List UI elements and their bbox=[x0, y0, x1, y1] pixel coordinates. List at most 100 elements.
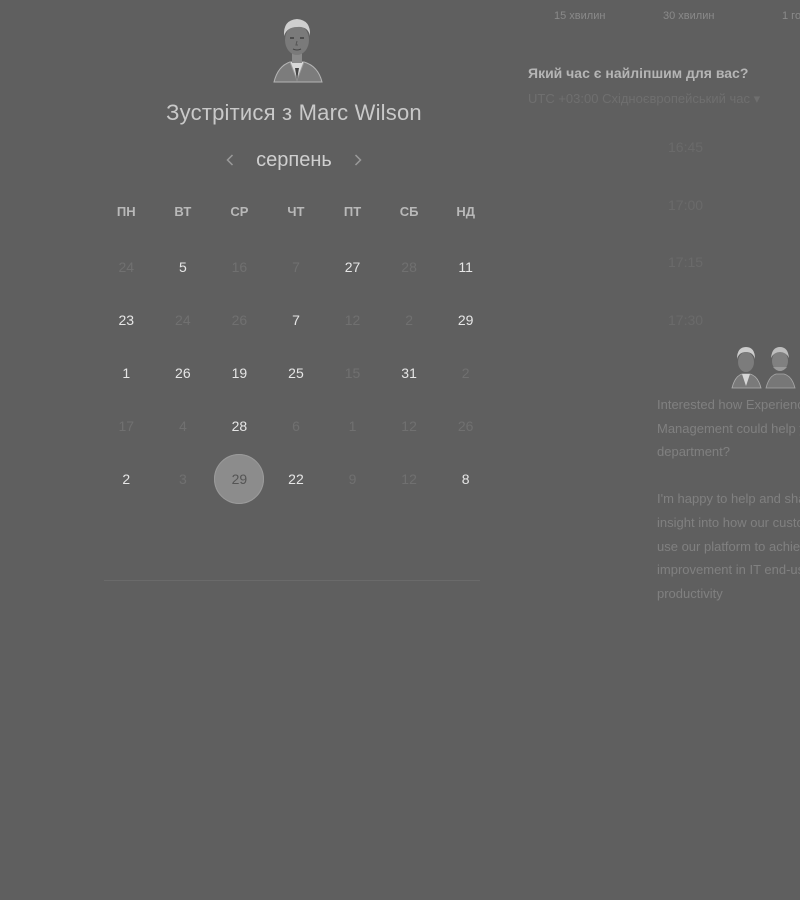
day-number: 26 bbox=[457, 417, 474, 434]
week-row: 17 4 28 6 1 12 26 bbox=[98, 399, 494, 452]
calendar-day[interactable]: 31 bbox=[381, 346, 438, 399]
month-label: серпень bbox=[256, 148, 332, 171]
day-number: 29 bbox=[457, 311, 474, 328]
day-number: 11 bbox=[458, 258, 473, 275]
calendar-day: 12 bbox=[381, 452, 438, 505]
time-question: Який час є найліпшим для вас? bbox=[528, 65, 749, 81]
calendar-day[interactable]: 23 bbox=[98, 293, 155, 346]
day-number: 4 bbox=[178, 417, 187, 434]
intro-line: Management could help your bbox=[657, 420, 800, 436]
day-number: 8 bbox=[461, 470, 470, 487]
day-number: 25 bbox=[288, 364, 304, 381]
calendar-day[interactable]: 11 bbox=[437, 240, 494, 293]
day-number: 9 bbox=[348, 470, 357, 487]
day-number: 19 bbox=[231, 364, 248, 381]
day-number: 2 bbox=[122, 470, 131, 487]
calendar-day: 24 bbox=[155, 293, 212, 346]
day-number: 12 bbox=[344, 311, 361, 328]
calendar-day: 2 bbox=[437, 346, 494, 399]
calendar-day: 17 bbox=[98, 399, 155, 452]
week-row: 23 24 26 7 12 2 29 bbox=[98, 293, 494, 346]
page-title: Зустрітися з Marc Wilson bbox=[166, 100, 422, 125]
day-number: 24 bbox=[118, 258, 135, 275]
day-number: 2 bbox=[405, 311, 413, 328]
day-number: 31 bbox=[401, 364, 417, 381]
calendar-day[interactable]: 7 bbox=[268, 293, 325, 346]
calendar-day: 2 bbox=[381, 293, 438, 346]
time-slot[interactable]: 16:45 bbox=[668, 139, 728, 155]
day-number: 17 bbox=[118, 417, 135, 434]
calendar-day[interactable]: 19 bbox=[211, 346, 268, 399]
calendar-day: 4 bbox=[155, 399, 212, 452]
chevron-down-icon: ▾ bbox=[753, 91, 761, 106]
calendar-day: 9 bbox=[324, 452, 381, 505]
weekday-label: ВТ bbox=[174, 204, 192, 219]
host-avatar bbox=[268, 14, 326, 84]
calendar-day: 12 bbox=[381, 399, 438, 452]
team-avatars-image bbox=[731, 347, 796, 389]
day-number: 26 bbox=[175, 364, 191, 381]
intro-line: department? bbox=[657, 444, 730, 460]
day-number: 12 bbox=[401, 470, 417, 487]
day-number: 12 bbox=[401, 417, 417, 434]
weekday-label: ПН bbox=[116, 204, 136, 219]
day-number: 1 bbox=[122, 364, 131, 381]
day-number: 15 bbox=[344, 364, 361, 381]
week-row: 1 26 19 25 15 31 2 bbox=[98, 346, 494, 399]
weekday-label: ЧТ bbox=[287, 204, 305, 219]
intro-line: insight into how our customers bbox=[657, 514, 800, 530]
weekday-label: ПТ bbox=[343, 204, 362, 219]
calendar-day[interactable]: 1 bbox=[98, 346, 155, 399]
calendar-grid: 24 5 16 7 27 28 11 23 24 26 7 12 2 29 1 26 19 25 15 31 2 17 4 2… bbox=[98, 240, 494, 505]
intro-line: use our platform to achieve bbox=[657, 538, 800, 554]
calendar-day[interactable]: 8 bbox=[437, 452, 494, 505]
day-number: 1 bbox=[348, 417, 357, 434]
time-slot[interactable]: 17:00 bbox=[668, 197, 728, 213]
duration-option[interactable]: 30 хвилин bbox=[663, 10, 714, 22]
calendar-day-selected[interactable]: 29 bbox=[211, 452, 268, 505]
day-number: 22 bbox=[288, 470, 304, 487]
timezone-label: UTC +03:00 Східноєвропейський час bbox=[528, 91, 750, 106]
intro-line: I'm happy to help and share bbox=[657, 491, 800, 507]
calendar-day[interactable]: 29 bbox=[437, 293, 494, 346]
week-row: 24 5 16 7 27 28 11 bbox=[98, 240, 494, 293]
calendar-day[interactable]: 26 bbox=[155, 346, 212, 399]
calendar-day[interactable]: 28 bbox=[211, 399, 268, 452]
day-number: 28 bbox=[231, 417, 248, 434]
duration-option[interactable]: 15 хвилин bbox=[554, 10, 605, 22]
day-number: 24 bbox=[175, 311, 191, 328]
time-slot[interactable]: 17:15 bbox=[668, 254, 728, 270]
chevron-left-icon[interactable] bbox=[222, 148, 238, 172]
calendar-day: 28 bbox=[381, 240, 438, 293]
day-number: 2 bbox=[461, 364, 470, 381]
calendar-day: 15 bbox=[324, 346, 381, 399]
timezone-select[interactable]: UTC +03:00 Східноєвропейський час ▾ bbox=[528, 91, 800, 107]
host-avatar-image bbox=[273, 19, 323, 83]
calendar-day: 24 bbox=[98, 240, 155, 293]
day-number: 5 bbox=[178, 258, 187, 275]
weekday-label: СБ bbox=[399, 204, 419, 219]
calendar-day: 7 bbox=[268, 240, 325, 293]
calendar-day[interactable]: 27 bbox=[324, 240, 381, 293]
month-navigation: серпень bbox=[104, 144, 484, 176]
day-number: 7 bbox=[292, 258, 300, 275]
calendar-day[interactable]: 22 bbox=[268, 452, 325, 505]
intro-line: improvement in IT end-user bbox=[657, 562, 800, 578]
day-number: 23 bbox=[118, 311, 135, 328]
weekday-label: НД bbox=[456, 204, 475, 219]
time-slot[interactable]: 17:30 bbox=[668, 312, 728, 328]
day-number: 6 bbox=[292, 417, 300, 434]
week-row: 2 3 29 22 9 12 8 bbox=[98, 452, 494, 505]
day-number: 27 bbox=[344, 258, 361, 275]
calendar-day: 26 bbox=[437, 399, 494, 452]
duration-option[interactable]: 1 година bbox=[782, 10, 800, 22]
calendar-day[interactable]: 2 bbox=[98, 452, 155, 505]
calendar-day: 26 bbox=[211, 293, 268, 346]
chevron-right-icon[interactable] bbox=[350, 148, 366, 172]
weekday-header: ПН ВТ СР ЧТ ПТ СБ НД bbox=[98, 204, 494, 219]
calendar-day[interactable]: 5 bbox=[155, 240, 212, 293]
day-number: 16 bbox=[231, 258, 248, 275]
calendar-day: 16 bbox=[211, 240, 268, 293]
day-number: 29 bbox=[214, 453, 265, 504]
calendar-day[interactable]: 25 bbox=[268, 346, 325, 399]
